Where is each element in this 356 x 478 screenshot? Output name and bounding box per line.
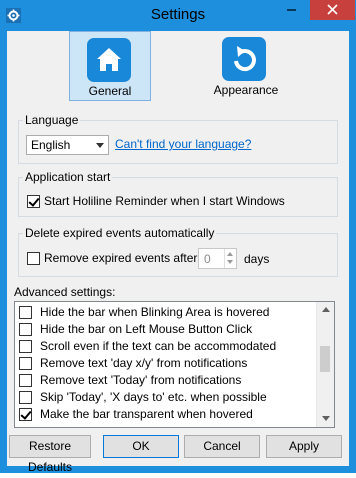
chevron-down-icon xyxy=(96,143,104,148)
delete-expired-group-title: Delete expired events automatically xyxy=(23,226,217,241)
list-item[interactable]: Hide the bar when Blinking Area is hover… xyxy=(15,304,317,321)
scrollbar-thumb[interactable] xyxy=(320,346,330,372)
list-item-label: Hide the bar when Blinking Area is hover… xyxy=(40,305,270,319)
list-item-label: Hide the bar on Left Mouse Button Click xyxy=(40,322,253,336)
start-with-windows-checkbox[interactable] xyxy=(27,195,40,208)
list-item-label: Skip 'Today', 'X days to' etc. when poss… xyxy=(40,390,267,404)
arrow-down-icon[interactable] xyxy=(227,260,233,264)
days-value[interactable]: 0 xyxy=(204,252,211,266)
list-item-checkbox[interactable] xyxy=(19,357,32,370)
tab-appearance-label: Appearance xyxy=(213,83,279,97)
title-bar[interactable]: Settings xyxy=(0,0,356,31)
list-item-checkbox[interactable] xyxy=(19,408,32,421)
arrow-up-icon[interactable] xyxy=(227,252,233,256)
list-item-label: Remove text 'day x/y' from notifications xyxy=(40,356,248,370)
home-icon xyxy=(87,38,131,82)
minimize-icon xyxy=(287,9,296,11)
list-item-label: Make the bar transparent when hovered xyxy=(40,407,253,421)
language-select[interactable]: English xyxy=(26,135,109,155)
list-item-checkbox[interactable] xyxy=(19,374,32,387)
language-select-value: English xyxy=(31,138,71,152)
stepper-buttons[interactable] xyxy=(224,249,236,268)
ok-button[interactable]: OK xyxy=(103,435,179,458)
language-group-title: Language xyxy=(23,113,81,128)
list-item[interactable]: Remove text 'day x/y' from notifications xyxy=(15,355,317,372)
application-start-group-title: Application start xyxy=(23,170,113,185)
refresh-icon xyxy=(222,37,266,81)
close-button[interactable] xyxy=(310,0,355,20)
list-item-label: Scroll even if the text can be accommoda… xyxy=(40,339,277,353)
minimize-button[interactable] xyxy=(278,0,304,20)
list-item-checkbox[interactable] xyxy=(19,323,32,336)
tab-appearance[interactable]: Appearance xyxy=(205,31,287,101)
start-with-windows-label: Start Holiline Reminder when I start Win… xyxy=(44,194,285,208)
list-item-checkbox[interactable] xyxy=(19,391,32,404)
list-item-label: Remove text 'Today' from notifications xyxy=(40,373,242,387)
list-item[interactable]: Skip 'Today', 'X days to' etc. when poss… xyxy=(15,389,317,406)
restore-defaults-button[interactable]: Restore Defaults xyxy=(9,435,91,474)
days-label: days xyxy=(244,252,270,266)
advanced-settings-label: Advanced settings: xyxy=(14,285,116,299)
apply-button[interactable]: Apply xyxy=(266,435,342,458)
list-item[interactable]: Remove text 'Today' from notifications xyxy=(15,372,317,389)
remove-expired-checkbox[interactable] xyxy=(27,252,40,265)
remove-expired-label: Remove expired events after xyxy=(44,251,198,265)
days-stepper[interactable]: 0 xyxy=(198,248,237,269)
settings-content: General Appearance Language English Can'… xyxy=(7,31,349,474)
list-item-checkbox[interactable] xyxy=(19,306,32,319)
close-icon xyxy=(327,4,338,15)
list-item-checkbox[interactable] xyxy=(19,340,32,353)
list-item[interactable]: Hide the bar on Left Mouse Button Click xyxy=(15,321,317,338)
find-language-link[interactable]: Can't find your language? xyxy=(115,137,251,151)
list-item[interactable]: Make the bar transparent when hovered xyxy=(15,406,317,423)
tab-general-label: General xyxy=(88,84,132,98)
list-item[interactable]: Scroll even if the text can be accommoda… xyxy=(15,338,317,355)
tab-general[interactable]: General xyxy=(69,31,151,101)
advanced-settings-list[interactable]: Hide the bar when Blinking Area is hover… xyxy=(14,301,335,428)
cancel-button[interactable]: Cancel xyxy=(184,435,260,458)
list-scrollbar[interactable] xyxy=(316,302,334,427)
scroll-up-icon[interactable] xyxy=(322,307,330,312)
settings-window: Settings General Appearance Language Eng… xyxy=(0,0,356,474)
scroll-down-icon[interactable] xyxy=(322,416,330,421)
